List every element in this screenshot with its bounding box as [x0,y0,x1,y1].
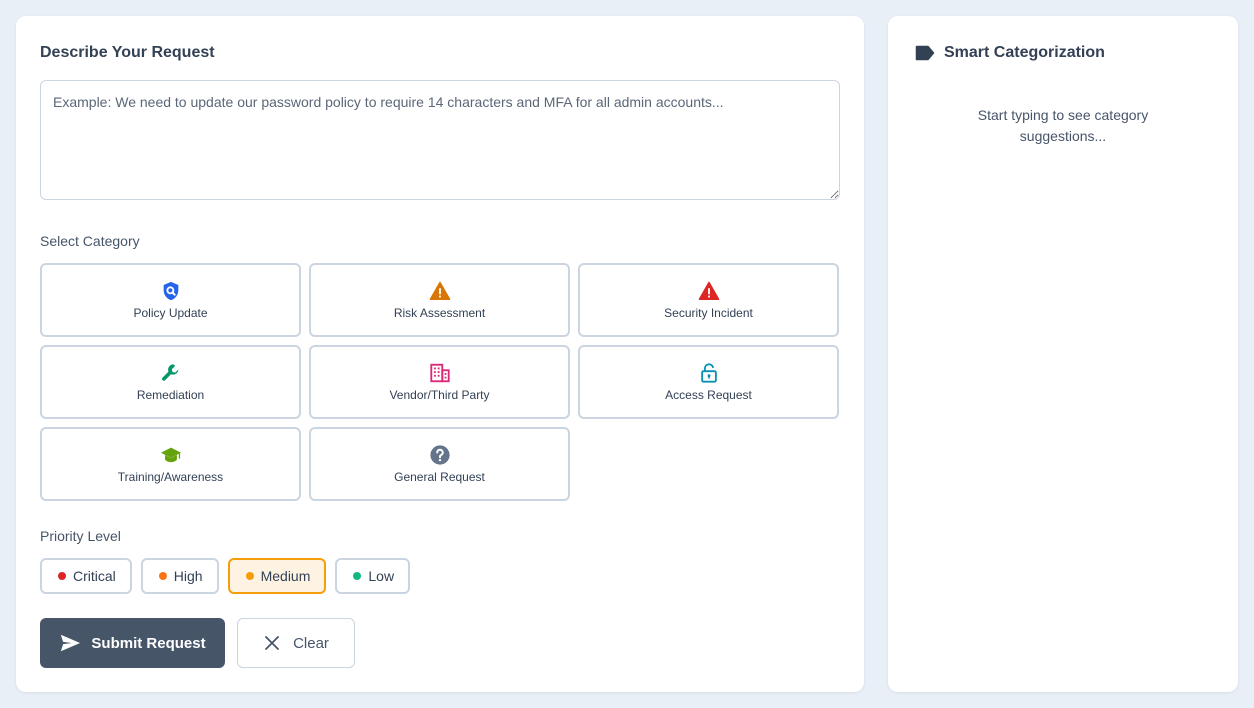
category-label-text: Vendor/Third Party [389,388,490,402]
priority-label-text: Medium [260,568,311,584]
category-label-text: Training/Awareness [117,470,224,484]
tag-icon [915,45,935,61]
submit-request-button[interactable]: Submit Request [40,618,225,668]
priority-high-button[interactable]: High [140,558,219,594]
priority-low-button[interactable]: Low [335,558,411,594]
question-circle-icon [429,444,451,466]
priority-critical-button[interactable]: Critical [40,558,132,594]
clear-button[interactable]: Clear [237,618,355,668]
shield-search-icon [160,280,182,302]
priority-label-text: Low [368,568,395,584]
category-general-request[interactable]: General Request [309,427,570,501]
category-grid: Policy Update Risk Assessment Security I… [40,263,840,501]
priority-dot [158,572,167,580]
alert-triangle-icon [698,280,720,302]
send-icon [61,634,81,652]
category-label-text: Security Incident [664,306,753,320]
building-icon [429,362,451,384]
submit-button-label: Submit Request [91,634,206,652]
suggestions-placeholder: Start typing to see category suggestions… [977,107,1149,144]
clear-button-label: Clear [293,634,329,652]
category-label-text: Remediation [136,388,205,402]
priority-label: Priority Level [40,528,121,544]
priority-dot [353,572,362,580]
category-label-text: Risk Assessment [393,306,486,320]
priority-label-text: High [173,568,203,584]
wrench-icon [160,362,182,384]
category-access-request[interactable]: Access Request [578,345,839,419]
category-label-text: Policy Update [133,306,208,320]
request-form-card: Describe Your Request Select Category Po… [16,16,864,692]
priority-medium-button[interactable]: Medium [227,558,327,594]
request-description-input[interactable] [40,80,840,200]
unlock-icon [698,362,720,384]
smart-categorization-header: Smart Categorization [915,44,1105,62]
category-remediation[interactable]: Remediation [40,345,301,419]
priority-dot [58,572,66,580]
category-vendor-third-party[interactable]: Vendor/Third Party [309,345,570,419]
priority-selector: Critical High Medium Low [40,558,411,594]
smart-categorization-title: Smart Categorization [944,44,1105,61]
priority-label-text: Critical [73,568,116,584]
graduation-cap-icon [160,444,182,466]
close-icon [265,636,279,650]
priority-dot [245,572,254,580]
warning-triangle-icon [429,280,451,302]
category-label: Select Category [40,233,140,249]
category-label-text: General Request [394,470,485,484]
category-label-text: Access Request [665,388,752,402]
category-policy-update[interactable]: Policy Update [40,263,301,337]
smart-categorization-panel: Smart Categorization Start typing to see… [888,16,1238,692]
category-security-incident[interactable]: Security Incident [578,263,839,337]
category-risk-assessment[interactable]: Risk Assessment [309,263,570,337]
request-section-title: Describe Your Request [40,44,215,61]
category-training-awareness[interactable]: Training/Awareness [40,427,301,501]
